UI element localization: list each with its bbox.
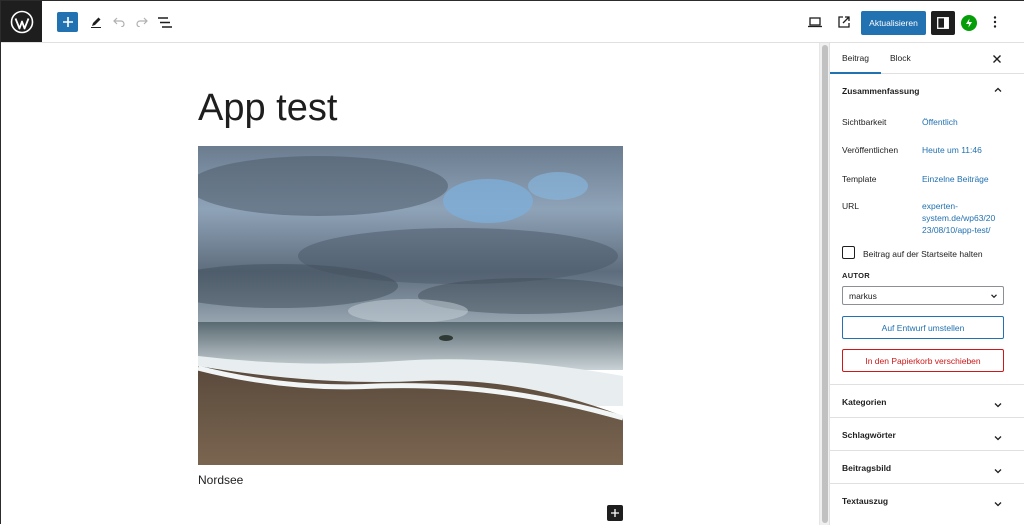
wordpress-logo-icon[interactable] xyxy=(1,1,42,42)
url-line: system.de/wp63/20 xyxy=(922,213,996,223)
close-icon[interactable] xyxy=(991,52,1003,64)
tags-panel[interactable]: Schlagwörter xyxy=(830,417,1024,450)
url-line: experten- xyxy=(922,201,958,211)
editor-window: Aktualisieren App test Nordsee Beitrag B… xyxy=(0,0,1024,525)
url-value[interactable]: experten- system.de/wp63/20 23/08/10/app… xyxy=(922,200,995,236)
author-label: AUTOR xyxy=(842,271,871,280)
featured-image-block[interactable] xyxy=(198,146,623,465)
categories-panel[interactable]: Kategorien xyxy=(830,384,1024,417)
chevron-down-icon xyxy=(993,430,1003,441)
chevron-down-icon xyxy=(990,292,998,300)
excerpt-panel[interactable]: Textauszug xyxy=(830,483,1024,516)
author-select[interactable]: markus xyxy=(842,286,1004,305)
switch-to-draft-button[interactable]: Auf Entwurf umstellen xyxy=(842,316,1004,339)
visibility-value[interactable]: Öffentlich xyxy=(922,116,958,128)
editor-toolbar: Aktualisieren xyxy=(1,1,1024,43)
publish-value[interactable]: Heute um 11:46 xyxy=(922,144,982,156)
featured-image-panel[interactable]: Beitragsbild xyxy=(830,450,1024,483)
settings-sidebar: Beitrag Block Zusammenfassung Sichtbarke… xyxy=(829,43,1024,525)
editor-canvas: App test Nordsee xyxy=(1,43,819,525)
template-value[interactable]: Einzelne Beiträge xyxy=(922,173,989,185)
chevron-down-icon xyxy=(993,463,1003,474)
post-title[interactable]: App test xyxy=(198,87,337,130)
redo-icon[interactable] xyxy=(131,11,153,33)
excerpt-title: Textauszug xyxy=(842,496,889,506)
publish-label: Veröffentlichen xyxy=(842,145,899,155)
url-line: 23/08/10/app-test/ xyxy=(922,225,991,235)
visibility-label: Sichtbarkeit xyxy=(842,117,887,127)
canvas-scrollbar[interactable] xyxy=(819,43,829,525)
sticky-checkbox[interactable] xyxy=(842,246,855,259)
view-post-external-icon[interactable] xyxy=(833,11,855,33)
tags-title: Schlagwörter xyxy=(842,430,896,440)
summary-panel-header[interactable]: Zusammenfassung xyxy=(830,74,1024,107)
move-to-trash-button[interactable]: In den Papierkorb verschieben xyxy=(842,349,1004,372)
block-inserter-plus-icon[interactable] xyxy=(607,505,623,521)
chevron-up-icon xyxy=(993,85,1003,95)
image-caption[interactable]: Nordsee xyxy=(198,473,243,487)
sidebar-tabs: Beitrag Block xyxy=(830,43,1024,74)
categories-title: Kategorien xyxy=(842,397,887,407)
tab-post[interactable]: Beitrag xyxy=(830,43,881,74)
featured-image-title: Beitragsbild xyxy=(842,463,892,473)
scrollbar-thumb[interactable] xyxy=(822,45,828,523)
sticky-label: Beitrag auf der Startseite halten xyxy=(863,249,983,259)
add-block-button[interactable] xyxy=(57,12,78,32)
settings-sidebar-toggle-icon[interactable] xyxy=(931,11,955,35)
update-button[interactable]: Aktualisieren xyxy=(861,11,926,35)
chevron-down-icon xyxy=(993,496,1003,507)
author-select-value: markus xyxy=(849,291,877,301)
template-label: Template xyxy=(842,174,877,184)
more-options-icon[interactable] xyxy=(984,11,1006,33)
jetpack-icon[interactable] xyxy=(961,15,977,31)
tab-block[interactable]: Block xyxy=(890,43,911,74)
document-overview-icon[interactable] xyxy=(154,11,176,33)
chevron-down-icon xyxy=(993,397,1003,408)
tools-pencil-icon[interactable] xyxy=(85,11,107,33)
url-label: URL xyxy=(842,201,860,211)
preview-desktop-icon[interactable] xyxy=(804,11,826,33)
summary-panel-title: Zusammenfassung xyxy=(842,86,920,96)
undo-icon[interactable] xyxy=(108,11,130,33)
